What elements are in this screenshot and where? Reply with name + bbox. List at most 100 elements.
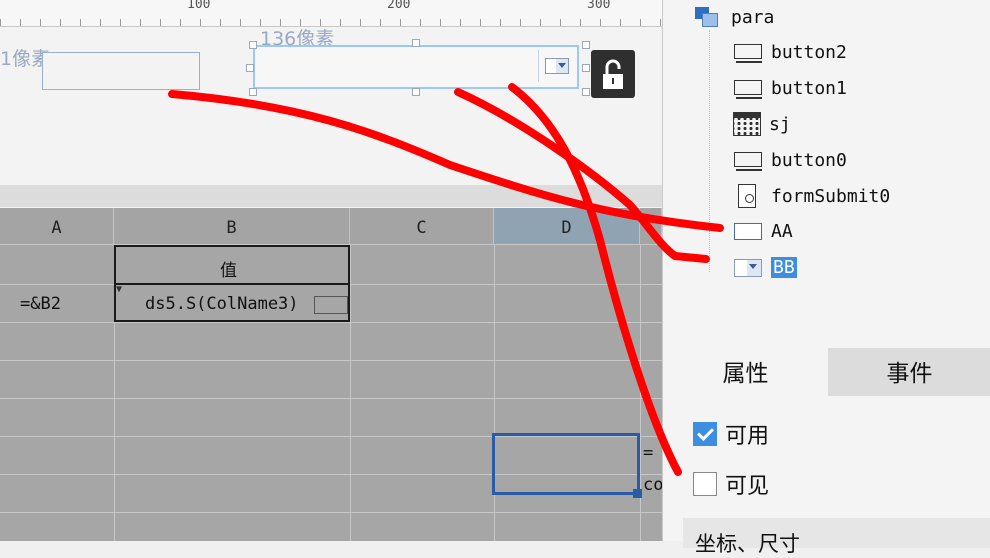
ruler-tick: [500, 19, 501, 26]
overflow-text-1: =: [643, 443, 654, 463]
tree-item-bb[interactable]: BB: [733, 252, 797, 282]
bb-combobox-widget[interactable]: [253, 45, 579, 89]
tree-item-sj[interactable]: sj: [733, 109, 791, 139]
expand-down-icon: ▼: [116, 284, 123, 295]
tree-guide: [709, 30, 710, 272]
enabled-checkbox-row[interactable]: 可用: [693, 419, 769, 449]
tree-item-button0[interactable]: button0: [733, 145, 847, 175]
visible-label: 可见: [725, 474, 770, 499]
bb-dropdown-button[interactable]: [538, 50, 576, 82]
ruler-tick: [240, 19, 241, 26]
tree-item-button2[interactable]: button2: [733, 37, 847, 67]
pane-separator[interactable]: [0, 185, 662, 207]
ruler-tick: [180, 19, 181, 26]
ruler-label: 300: [587, 0, 611, 12]
resize-handle[interactable]: [246, 64, 254, 72]
ruler-tick: [520, 19, 521, 26]
visible-checkbox[interactable]: [693, 472, 717, 496]
ruler-tick: [100, 19, 101, 26]
dropdown-icon: [545, 58, 569, 74]
form-submit-icon: [733, 184, 763, 208]
tree-item-label: para: [731, 6, 775, 28]
resize-handle[interactable]: [582, 41, 590, 49]
ruler-tick: [360, 19, 361, 26]
resize-handle[interactable]: [249, 41, 257, 49]
tree-item-label: button2: [771, 41, 847, 63]
tree-item-label: button1: [771, 77, 847, 99]
unlock-button[interactable]: [591, 50, 635, 98]
tree-item-label: BB: [771, 256, 797, 278]
ruler-tick: [80, 19, 81, 26]
ruler-tick: [580, 19, 581, 26]
calendar-icon: [733, 112, 761, 136]
fill-handle[interactable]: [633, 489, 642, 498]
tree-item-button1[interactable]: button1: [733, 73, 847, 103]
cell-a2-text: =&B2: [20, 294, 61, 314]
label-icon: [733, 219, 763, 243]
row-divider: [0, 512, 662, 513]
ruler-tick: [200, 19, 201, 26]
tree-item-label: button0: [771, 149, 847, 171]
ruler-tick: [140, 19, 141, 26]
ruler-tick: [220, 19, 221, 26]
button-icon: [733, 76, 763, 100]
col-divider: [494, 244, 495, 541]
column-header-b[interactable]: B: [114, 208, 350, 244]
ruler-label: 200: [387, 0, 411, 12]
ruler-tick: [620, 19, 621, 26]
button-icon: [733, 148, 763, 172]
combo-box-icon: [733, 255, 763, 279]
section-title: 坐标、尺寸: [695, 532, 800, 556]
visible-checkbox-row[interactable]: 可见: [693, 469, 769, 499]
tree-item-formsubmit0[interactable]: formSubmit0: [733, 181, 890, 211]
ruler-tick: [60, 19, 61, 26]
horizontal-ruler: 100 200 300: [0, 0, 662, 27]
design-canvas[interactable]: 100 200 300 1像素 136像素 A B C D 值 =&B2 ▼ d…: [0, 0, 662, 541]
row-divider: [0, 360, 662, 361]
tree-item-label: sj: [769, 113, 791, 135]
tree-item-label: AA: [771, 220, 793, 242]
ruler-tick: [420, 19, 421, 26]
enabled-label: 可用: [725, 424, 770, 449]
tree-item-label: formSubmit0: [771, 185, 891, 207]
ruler-tick: [600, 19, 601, 26]
ruler-tick: [340, 19, 341, 26]
ruler-tick: [0, 19, 1, 26]
resize-handle[interactable]: [582, 88, 590, 96]
ruler-tick: [440, 19, 441, 26]
column-header-a[interactable]: A: [0, 208, 114, 244]
ruler-tick: [640, 19, 641, 26]
cell-b2-text: ds5.S(ColName3): [145, 294, 299, 314]
tab-properties[interactable]: 属性: [663, 348, 828, 396]
parameter-pane-icon: [693, 5, 723, 29]
ruler-tick: [380, 19, 381, 26]
ruler-tick: [560, 19, 561, 26]
column-header-c[interactable]: C: [350, 208, 494, 244]
column-header-d[interactable]: D: [494, 208, 640, 244]
resize-handle[interactable]: [582, 64, 590, 72]
aa-label-widget[interactable]: [42, 52, 200, 90]
row-divider: [0, 322, 662, 323]
tab-events[interactable]: 事件: [828, 348, 990, 396]
tree-item-aa[interactable]: AA: [733, 216, 793, 246]
ruler-label: 100: [187, 0, 211, 12]
resize-handle[interactable]: [412, 39, 420, 47]
ruler-tick: [40, 19, 41, 26]
col-divider: [350, 244, 351, 541]
cell-selection[interactable]: [492, 433, 640, 495]
overflow-text-2: co: [643, 475, 662, 495]
property-tabs: 属性 事件: [663, 348, 990, 396]
resize-handle[interactable]: [249, 88, 257, 96]
ruler-tick: [480, 19, 481, 26]
right-panel: para button2 button1 sj button0 formSubm…: [662, 0, 990, 556]
enabled-checkbox[interactable]: [693, 422, 717, 446]
column-header-e[interactable]: [640, 208, 662, 244]
ruler-tick: [660, 19, 661, 26]
ruler-tick: [20, 19, 21, 26]
row-divider: [0, 398, 662, 399]
tree-item-para[interactable]: para: [693, 2, 774, 32]
button-icon: [733, 40, 763, 64]
resize-handle[interactable]: [412, 88, 420, 96]
cell-widget-marker: [314, 296, 348, 314]
cell-b1-text: 值: [220, 261, 237, 281]
